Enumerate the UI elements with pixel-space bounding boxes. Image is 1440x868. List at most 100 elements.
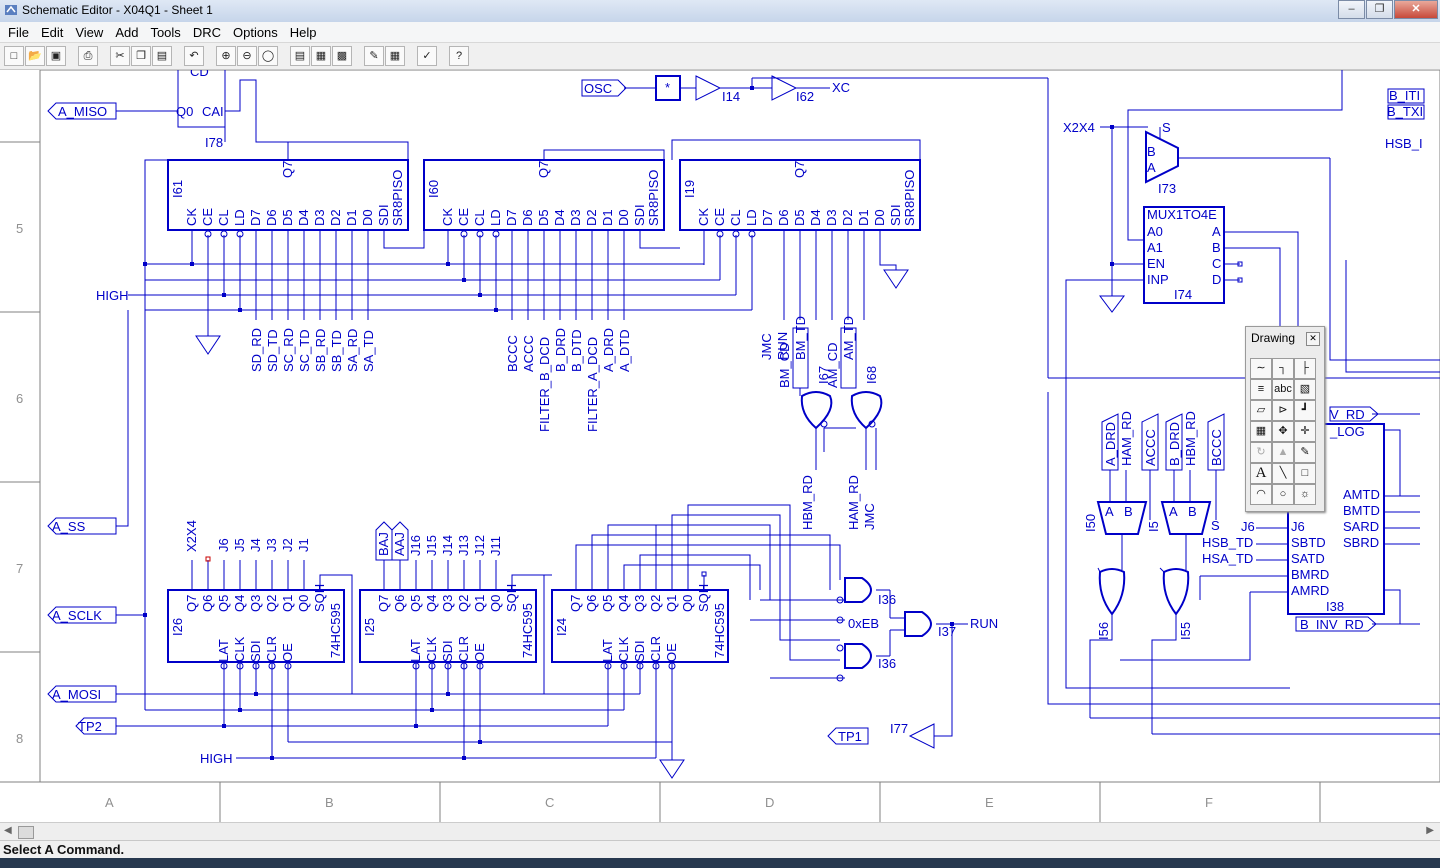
maximize-button[interactable]: ❐ [1366,0,1393,19]
zoom-fit-icon[interactable]: ◯ [258,46,278,66]
port-a-miso[interactable]: A_MISO [58,104,107,119]
rotate-tool-icon[interactable]: ↻ [1250,442,1272,463]
hc-name-i26: 74HC595 [328,603,343,658]
menu-options[interactable]: Options [233,25,278,40]
paste-icon[interactable]: ▤ [152,46,172,66]
sr-pin-i60-10: D1 [600,209,615,226]
menu-drc[interactable]: DRC [193,25,221,40]
cut-icon[interactable]: ✂ [110,46,130,66]
symbol-new-icon[interactable]: ▦ [385,46,405,66]
minimize-button[interactable]: – [1338,0,1365,19]
pencil-tool-icon[interactable]: ✎ [1294,442,1316,463]
symbol-tool-icon[interactable]: ▱ [1250,400,1272,421]
port-b-iti[interactable]: B_ITI [1389,88,1420,103]
netgate-0: HBM_RD [800,475,815,530]
line-tool-icon[interactable]: ╲ [1272,463,1294,484]
crosshair-tool-icon[interactable]: ✛ [1294,421,1316,442]
pin-tool-icon[interactable]: ┛ [1294,400,1316,421]
hc-top-i25-2: Q5 [408,595,423,612]
inst-i74: I74 [1174,287,1192,302]
port-b-txi[interactable]: B_TXI [1387,104,1423,119]
sr-name-i19: SR8PISO [902,170,917,226]
hc-bot-i25-0: LAT [408,639,423,662]
sr-pin-i60-6: D5 [536,209,551,226]
schematic-canvas[interactable]: CD Q0 CAI I78 A_MISO A_SS A_SCLK A_MOSI … [0,70,1440,822]
hc-bot-i26-4: OE [280,643,295,662]
zoom-out-icon[interactable]: ⊖ [237,46,257,66]
hc-bot-i26-1: CLK [232,636,247,662]
bitmap-tool-icon[interactable]: ☼ [1294,484,1316,505]
help-icon[interactable]: ? [449,46,469,66]
hc-top-i25-6: Q1 [472,595,487,612]
menu-file[interactable]: File [8,25,29,40]
probe-tool-icon[interactable]: ▦ [1250,421,1272,442]
net-sd_rd: SD_RD [249,328,264,372]
port-b-inv-rd[interactable]: B_INV_RD [1300,617,1364,632]
port-a-mosi[interactable]: A_MOSI [52,687,101,702]
scroll-left-icon[interactable]: ◀ [4,825,12,836]
port-a-sclk[interactable]: A_SCLK [52,608,102,623]
open-icon[interactable]: 📂 [25,46,45,66]
hc-top-i24-7: Q0 [680,595,695,612]
hierarchy-up-icon[interactable]: ▤ [290,46,310,66]
port-tp2[interactable]: TP2 [78,719,102,734]
sr-pin-i60-5: D6 [520,209,535,226]
port-tp1[interactable]: TP1 [838,729,862,744]
gate-tool-icon[interactable]: ⊳ [1272,400,1294,421]
mirror-tool-icon[interactable]: ▲ [1272,442,1294,463]
menu-edit[interactable]: Edit [41,25,63,40]
arc-tool-icon[interactable]: ◠ [1250,484,1272,505]
sr-pin-i19-10: D1 [856,209,871,226]
save-icon[interactable]: ▣ [46,46,66,66]
text-tool-icon[interactable]: A [1250,463,1272,484]
netright-0: A_DRD [1103,422,1118,466]
copy-icon[interactable]: ❐ [131,46,151,66]
net-sa_rd: SA_RD [345,329,360,372]
menu-tools[interactable]: Tools [150,25,180,40]
move-tool-icon[interactable]: ✥ [1272,421,1294,442]
port-osc[interactable]: OSC [584,81,612,96]
horizontal-scrollbar[interactable]: ◀ ▶ [0,822,1440,841]
menu-add[interactable]: Add [115,25,138,40]
log-out-amtd: AMTD [1343,487,1380,502]
ext-j6: J6 [1241,519,1255,534]
bus-tool-icon[interactable]: ┐ [1272,358,1294,379]
hc-bot-i25-4: OE [472,643,487,662]
net60-5: FILTER_A_DCD [585,337,600,432]
wire-tool-icon[interactable]: ∼ [1250,358,1272,379]
undo-icon[interactable]: ↶ [184,46,204,66]
menu-help[interactable]: Help [290,25,317,40]
print-icon[interactable]: ⎙ [78,46,98,66]
check-icon[interactable]: ✓ [417,46,437,66]
net-tool-icon[interactable]: ├ [1294,358,1316,379]
hc-bot-i26-3: CLR [264,636,279,662]
new-icon[interactable]: □ [4,46,24,66]
hierarchy-push-icon[interactable]: ▦ [311,46,331,66]
zoom-in-icon[interactable]: ⊕ [216,46,236,66]
scroll-right-icon[interactable]: ▶ [1426,825,1434,836]
rect-tool-icon[interactable]: □ [1294,463,1316,484]
scroll-thumb[interactable] [18,826,34,839]
net-sb_rd: SB_RD [313,329,328,372]
text-abc-tool-icon[interactable]: abc [1272,379,1294,400]
hc-top-i24-8: SQH [696,584,711,612]
sr-pin-i61-5: D6 [264,209,279,226]
port-a-ss[interactable]: A_SS [52,519,86,534]
hierarchy-pop-icon[interactable]: ▩ [332,46,352,66]
drawing-palette[interactable]: Drawing ✕ ∼ ┐ ├ ≡ abc ▧ ▱ ⊳ ┛ ▦ ✥ ✛ ↻ ▲ … [1245,326,1325,512]
net60-7: A_DTD [617,329,632,372]
label-tool-icon[interactable]: ≡ [1250,379,1272,400]
sr-pin-i60-7: D4 [552,209,567,226]
port-tool-icon[interactable]: ▧ [1294,379,1316,400]
q0-label: Q0 [176,104,193,119]
net-sb_td: SB_TD [329,330,344,372]
menu-view[interactable]: View [75,25,103,40]
port-v-rd[interactable]: V_RD [1330,407,1365,422]
inst-i25: I25 [362,618,377,636]
mux-out-a: A [1212,224,1221,239]
circle-tool-icon[interactable]: ○ [1272,484,1294,505]
close-button[interactable]: ✕ [1394,0,1438,19]
symbol-edit-icon[interactable]: ✎ [364,46,384,66]
mux-out-c: C [1212,256,1221,271]
palette-close-button[interactable]: ✕ [1306,332,1320,346]
